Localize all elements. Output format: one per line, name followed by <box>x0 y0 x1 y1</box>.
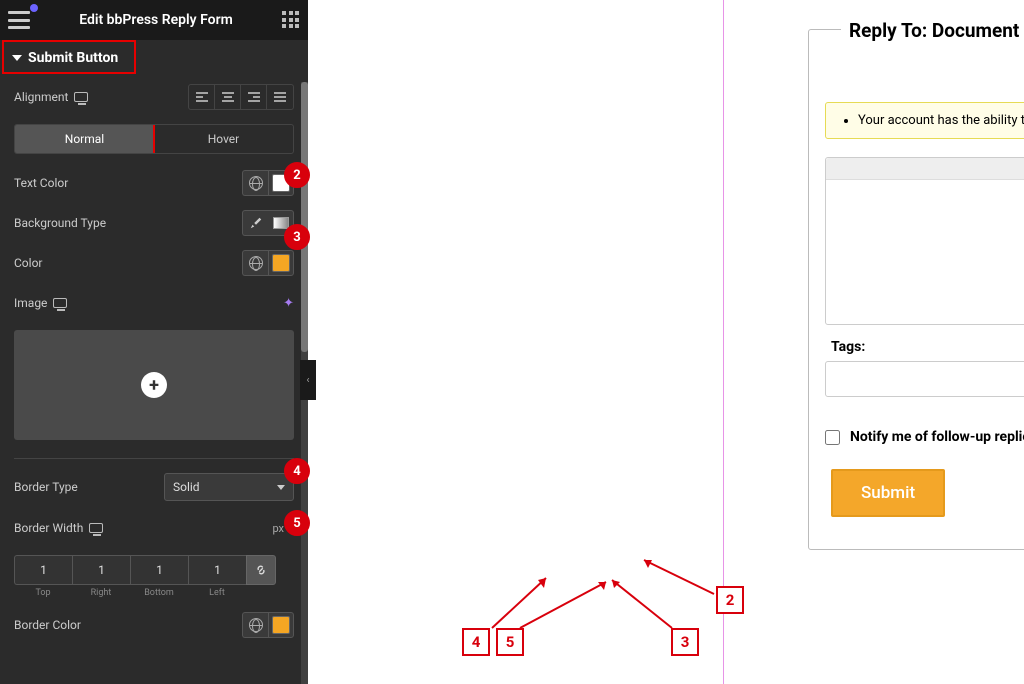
alignment-label: Alignment <box>14 90 68 104</box>
border-width-label: Border Width <box>14 521 83 535</box>
responsive-icon[interactable] <box>89 523 103 533</box>
editor-shell <box>825 157 1024 325</box>
swatch-orange <box>272 254 290 272</box>
ai-sparkle-icon[interactable]: ✦ <box>283 296 294 311</box>
notification-dot <box>30 4 38 12</box>
globe-icon <box>249 256 263 270</box>
annotation-callout-4: 4 <box>462 628 490 656</box>
globe-icon <box>249 176 263 190</box>
tab-normal[interactable]: Normal <box>15 125 154 153</box>
annotation-callout-3: 3 <box>671 628 699 656</box>
widgets-grid-icon[interactable] <box>282 11 300 29</box>
notify-label: Notify me of follow-up replies via email <box>850 429 1024 445</box>
text-color-label: Text Color <box>14 176 68 190</box>
link-icon <box>254 563 268 577</box>
notify-checkbox[interactable] <box>825 430 840 445</box>
tags-input[interactable] <box>825 361 1024 397</box>
image-picker[interactable]: + <box>14 330 294 440</box>
align-center-button[interactable] <box>215 85 241 109</box>
swatch-orange <box>272 616 290 634</box>
responsive-icon[interactable] <box>74 92 88 102</box>
annotation-arrow-5 <box>516 576 616 636</box>
reply-textarea[interactable] <box>826 180 1024 320</box>
divider <box>14 458 294 459</box>
align-left-button[interactable] <box>189 85 215 109</box>
link-values-button[interactable] <box>246 555 276 585</box>
bg-color-global-button[interactable] <box>242 250 268 276</box>
accordion-submit-button[interactable]: Submit Button <box>0 40 308 76</box>
label-top: Top <box>35 588 50 598</box>
border-width-right-input[interactable] <box>72 555 130 585</box>
border-width-bottom-input[interactable] <box>130 555 188 585</box>
background-type-label: Background Type <box>14 216 106 230</box>
accordion-title: Submit Button <box>28 50 118 66</box>
annotation-callout-2: 2 <box>716 586 744 614</box>
selection-outline <box>723 0 724 684</box>
border-color-swatch[interactable] <box>268 612 294 638</box>
border-type-select[interactable]: Solid <box>164 473 294 501</box>
responsive-icon[interactable] <box>53 298 67 308</box>
border-type-value: Solid <box>173 480 200 494</box>
border-type-label: Border Type <box>14 480 78 494</box>
annotation-badge-4: 4 <box>284 458 310 484</box>
label-left: Left <box>209 588 225 598</box>
align-right-button[interactable] <box>241 85 267 109</box>
annotation-badge-3: 3 <box>284 224 310 250</box>
border-color-global-button[interactable] <box>242 612 268 638</box>
scrollbar-thumb[interactable] <box>301 82 308 352</box>
add-image-icon: + <box>141 372 167 398</box>
state-tabs: Normal Hover <box>14 124 294 154</box>
form-legend: Reply To: Document Writing <box>841 19 1024 42</box>
submit-button[interactable]: Submit <box>831 469 945 517</box>
annotation-callout-5: 5 <box>496 628 524 656</box>
alignment-buttons <box>188 84 294 110</box>
image-label: Image <box>14 296 47 310</box>
label-right: Right <box>91 588 112 598</box>
panel-title: Edit bbPress Reply Form <box>30 12 282 28</box>
text-color-global-button[interactable] <box>242 170 268 196</box>
notice-text: Your account has the ability to post unr… <box>858 113 1024 128</box>
chevron-down-icon <box>277 485 285 490</box>
annotation-badge-2: 2 <box>284 162 310 188</box>
bg-type-classic-button[interactable] <box>242 210 268 236</box>
border-width-top-input[interactable] <box>14 555 72 585</box>
notice-box: Your account has the ability to post unr… <box>825 102 1024 139</box>
border-width-left-input[interactable] <box>188 555 246 585</box>
align-justify-button[interactable] <box>267 85 293 109</box>
tags-label: Tags: <box>831 339 1024 355</box>
brush-icon <box>249 216 263 230</box>
bg-color-label: Color <box>14 256 42 270</box>
border-color-label: Border Color <box>14 618 81 632</box>
globe-icon <box>249 618 263 632</box>
gradient-icon <box>273 217 289 229</box>
label-bottom: Bottom <box>144 588 174 598</box>
tab-hover[interactable]: Hover <box>154 125 293 153</box>
hamburger-icon[interactable] <box>8 11 30 29</box>
annotation-badge-5: 5 <box>284 510 310 536</box>
collapse-panel-handle[interactable]: ‹ <box>300 360 316 400</box>
bg-color-swatch[interactable] <box>268 250 294 276</box>
editor-toolbar[interactable] <box>826 158 1024 180</box>
caret-down-icon <box>12 55 22 61</box>
reply-form-preview: Reply To: Document Writing Your account … <box>808 29 1024 550</box>
